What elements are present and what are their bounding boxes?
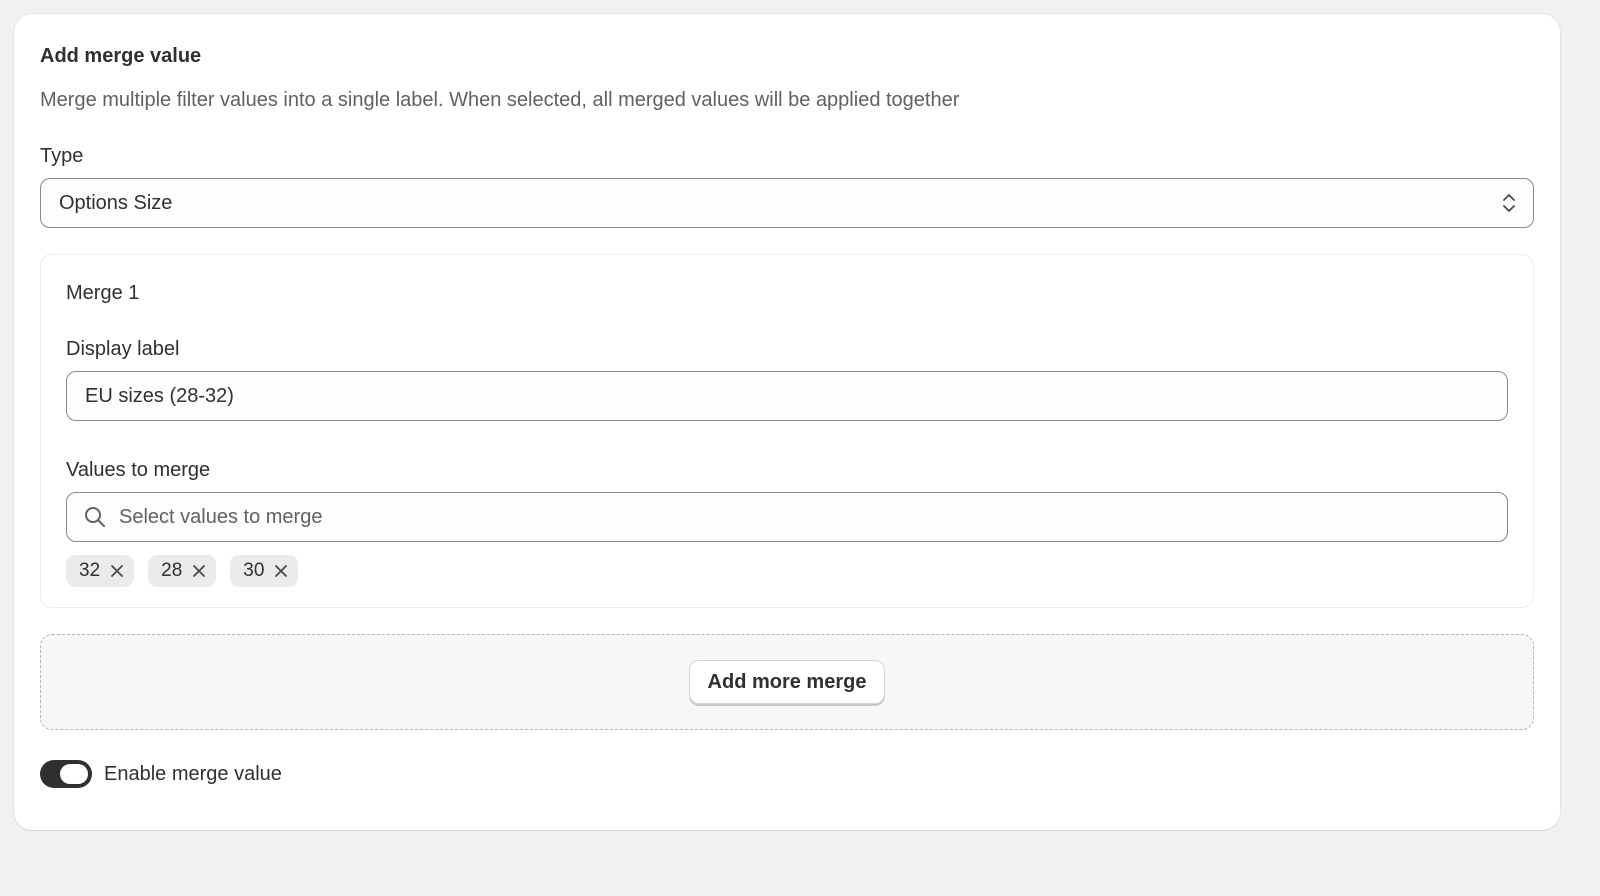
add-more-merge-button[interactable]: Add more merge bbox=[688, 660, 886, 704]
enable-merge-label: Enable merge value bbox=[104, 762, 282, 785]
type-label: Type bbox=[40, 145, 84, 167]
value-tag: 30 bbox=[230, 555, 299, 587]
close-icon[interactable] bbox=[190, 562, 208, 580]
card-title: Add merge value bbox=[40, 45, 202, 67]
type-select-value: Options Size bbox=[59, 191, 173, 214]
display-label-value: EU sizes (28-32) bbox=[85, 384, 234, 407]
close-icon[interactable] bbox=[108, 562, 126, 580]
values-to-merge-label: Values to merge bbox=[66, 459, 211, 481]
value-tag: 28 bbox=[148, 555, 217, 587]
close-icon[interactable] bbox=[272, 562, 290, 580]
select-chevron-icon bbox=[1503, 194, 1515, 212]
enable-merge-row: Enable merge value bbox=[40, 760, 1534, 788]
toggle-knob bbox=[60, 764, 88, 784]
add-more-merge-area: Add more merge bbox=[40, 634, 1534, 730]
card-description: Merge multiple filter values into a sing… bbox=[40, 89, 960, 111]
value-tag-label: 32 bbox=[79, 560, 101, 581]
enable-merge-toggle[interactable] bbox=[40, 760, 92, 788]
display-label-label: Display label bbox=[66, 338, 180, 360]
merge-title: Merge 1 bbox=[66, 282, 140, 304]
search-icon bbox=[83, 505, 107, 529]
values-to-merge-placeholder: Select values to merge bbox=[119, 505, 323, 528]
values-to-merge-search[interactable]: Select values to merge bbox=[66, 492, 1508, 542]
value-tag: 32 bbox=[66, 555, 135, 587]
add-merge-value-card: Add merge value Merge multiple filter va… bbox=[14, 14, 1560, 830]
value-tag-label: 28 bbox=[161, 560, 183, 581]
merged-values-tags: 32 28 30 bbox=[66, 555, 1508, 587]
merge-group: Merge 1 Display label EU sizes (28-32) V… bbox=[40, 254, 1534, 608]
type-select[interactable]: Options Size bbox=[40, 178, 1534, 228]
value-tag-label: 30 bbox=[243, 560, 265, 581]
display-label-input[interactable]: EU sizes (28-32) bbox=[66, 371, 1508, 421]
